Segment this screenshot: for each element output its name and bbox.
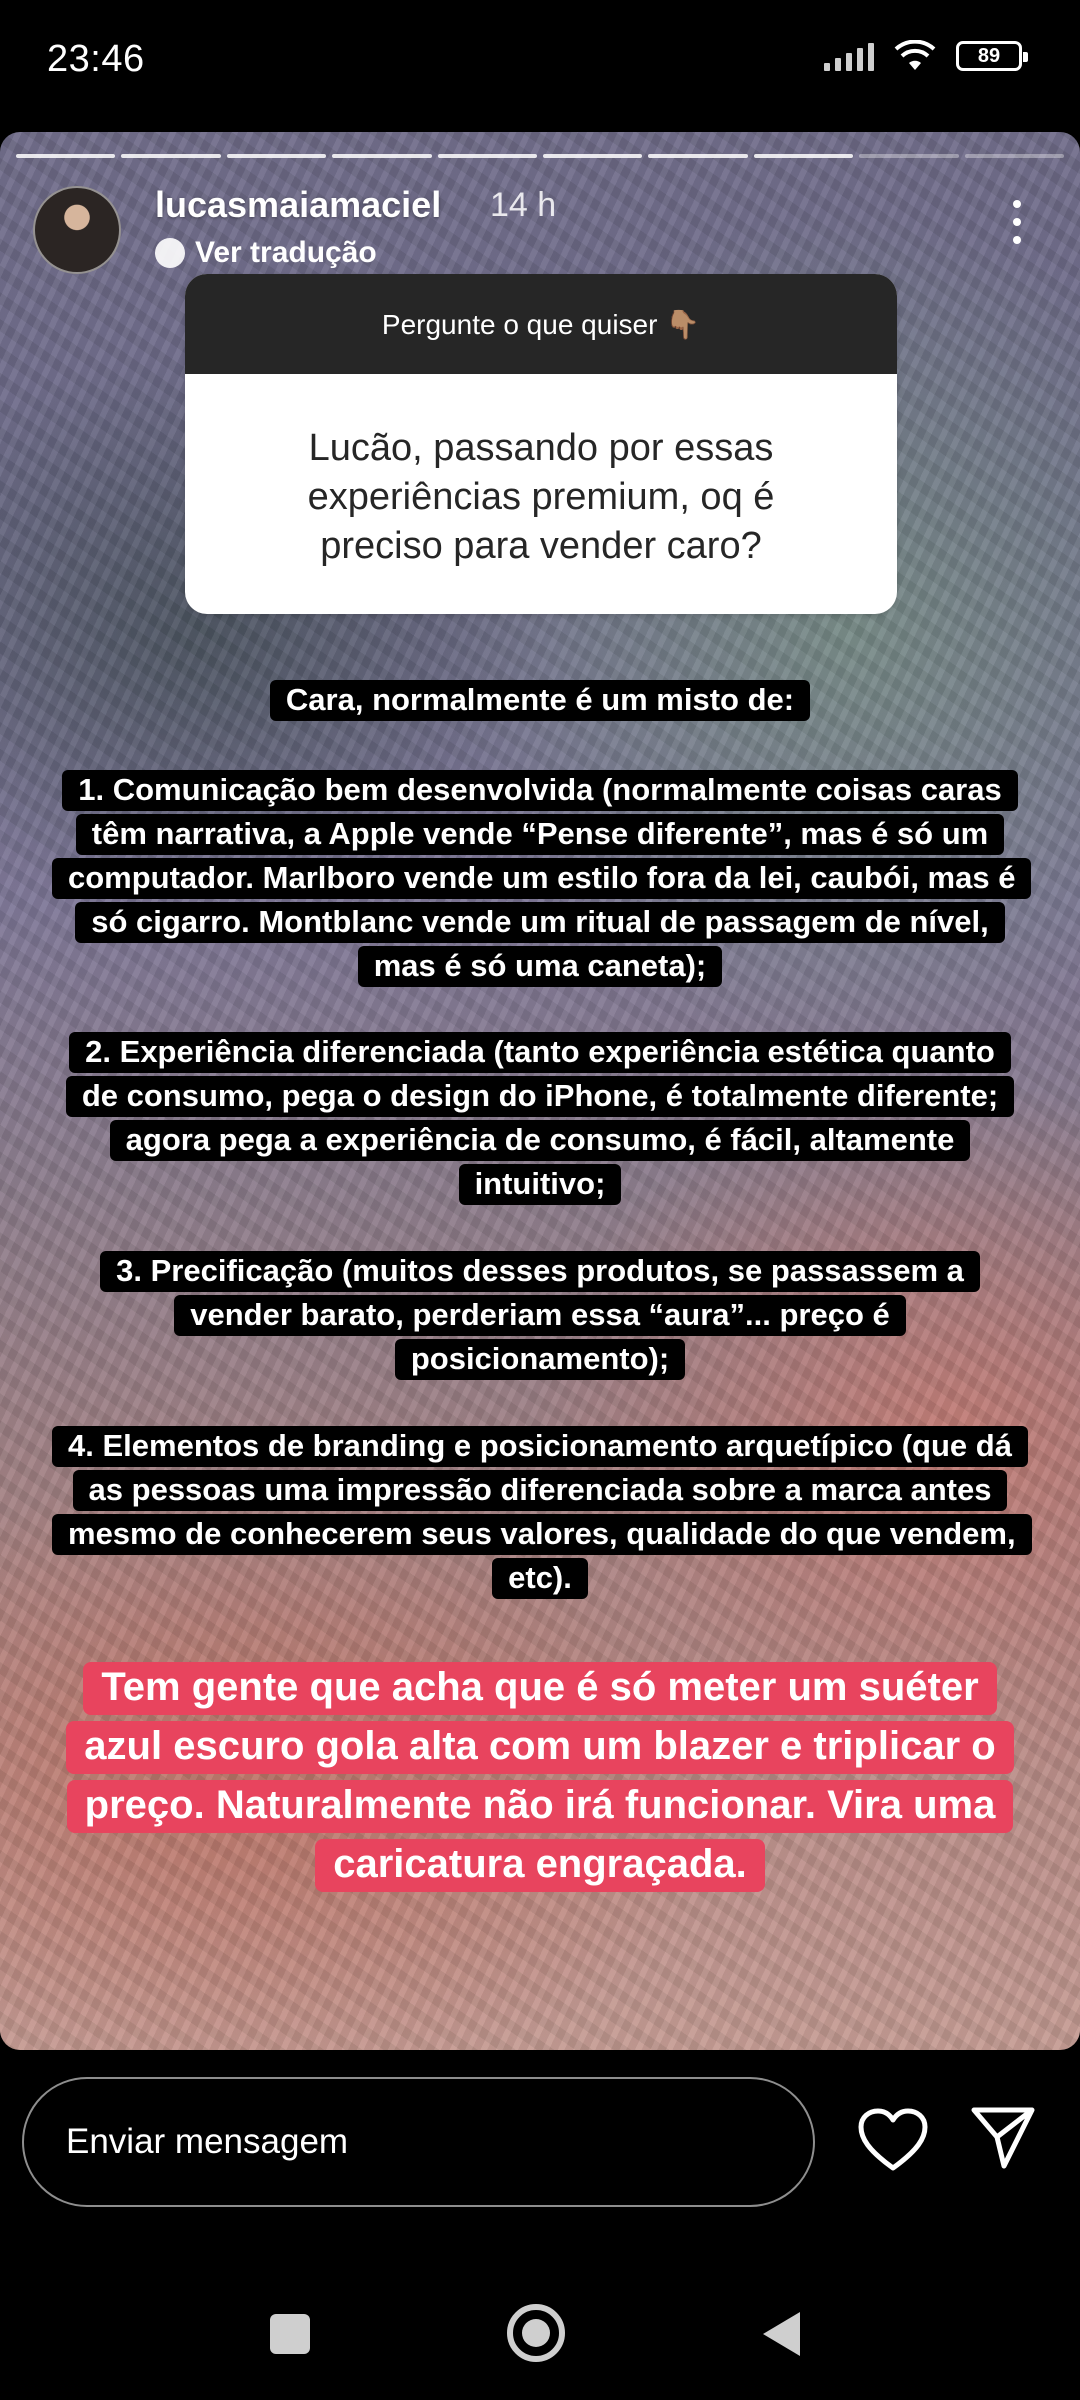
status-bar: 23:46 89 (0, 0, 1080, 120)
more-options-icon[interactable] (1012, 200, 1022, 244)
answer-item-1-text: 1. Comunicação bem desenvolvida (normalm… (52, 770, 1032, 987)
question-header: Pergunte o que quiser 👇🏽 (185, 274, 897, 374)
heart-icon[interactable] (858, 2108, 928, 2172)
recents-icon[interactable] (270, 2314, 310, 2354)
time-ago: 14 h (490, 186, 557, 224)
battery-level: 89 (977, 44, 1001, 67)
answer-item-2-text: 2. Experiência diferenciada (tanto exper… (65, 1032, 1015, 1205)
translate-icon (155, 238, 185, 268)
progress-segment (121, 154, 221, 158)
wifi-icon (894, 40, 936, 70)
translate-label: Ver tradução (195, 236, 377, 269)
answer-item-4: 4. Elementos de branding e posicionament… (0, 1424, 1080, 1600)
username[interactable]: lucasmaiamaciel (155, 184, 441, 226)
message-input[interactable]: Enviar mensagem (22, 2077, 815, 2207)
progress-segment (753, 154, 854, 158)
signal-icon (824, 41, 874, 71)
answer-item-3-text: 3. Precificação (muitos desses produtos,… (100, 1251, 980, 1380)
status-time: 23:46 (47, 38, 145, 80)
story-progress (16, 154, 1065, 158)
message-placeholder: Enviar mensagem (66, 2122, 349, 2161)
story-card[interactable]: lucasmaiamaciel 14 h Ver tradução Pergun… (0, 132, 1080, 2050)
answer-closing-text: Tem gente que acha que é só meter um sué… (66, 1662, 1014, 1892)
progress-segment (437, 154, 538, 158)
answer-item-3: 3. Precificação (muitos desses produtos,… (0, 1249, 1080, 1381)
send-icon[interactable] (970, 2104, 1036, 2170)
answer-intro: Cara, normalmente é um misto de: (0, 678, 1080, 722)
answer-item-1: 1. Comunicação bem desenvolvida (normalm… (0, 768, 1080, 988)
progress-segment (332, 154, 432, 158)
progress-segment (226, 154, 327, 158)
status-icons: 89 (824, 40, 1028, 72)
progress-segment (859, 154, 959, 158)
progress-segment (543, 154, 643, 158)
answer-item-4-text: 4. Elementos de branding e posicionament… (52, 1426, 1032, 1599)
progress-segment (16, 154, 116, 158)
back-icon[interactable] (760, 2310, 802, 2358)
question-text: Lucão, passando por essas experiências p… (307, 427, 775, 567)
home-icon[interactable] (507, 2304, 565, 2362)
battery-icon: 89 (956, 41, 1028, 71)
question-sticker: Pergunte o que quiser 👇🏽 Lucão, passando… (185, 274, 897, 614)
translate-link[interactable]: Ver tradução (155, 236, 377, 270)
progress-segment (964, 154, 1065, 158)
answer-closing: Tem gente que acha que é só meter um sué… (0, 1658, 1080, 1894)
avatar[interactable] (33, 186, 121, 274)
answer-item-2: 2. Experiência diferenciada (tanto exper… (0, 1030, 1080, 1206)
progress-segment (648, 154, 748, 158)
answer-intro-text: Cara, normalmente é um misto de: (269, 680, 811, 721)
